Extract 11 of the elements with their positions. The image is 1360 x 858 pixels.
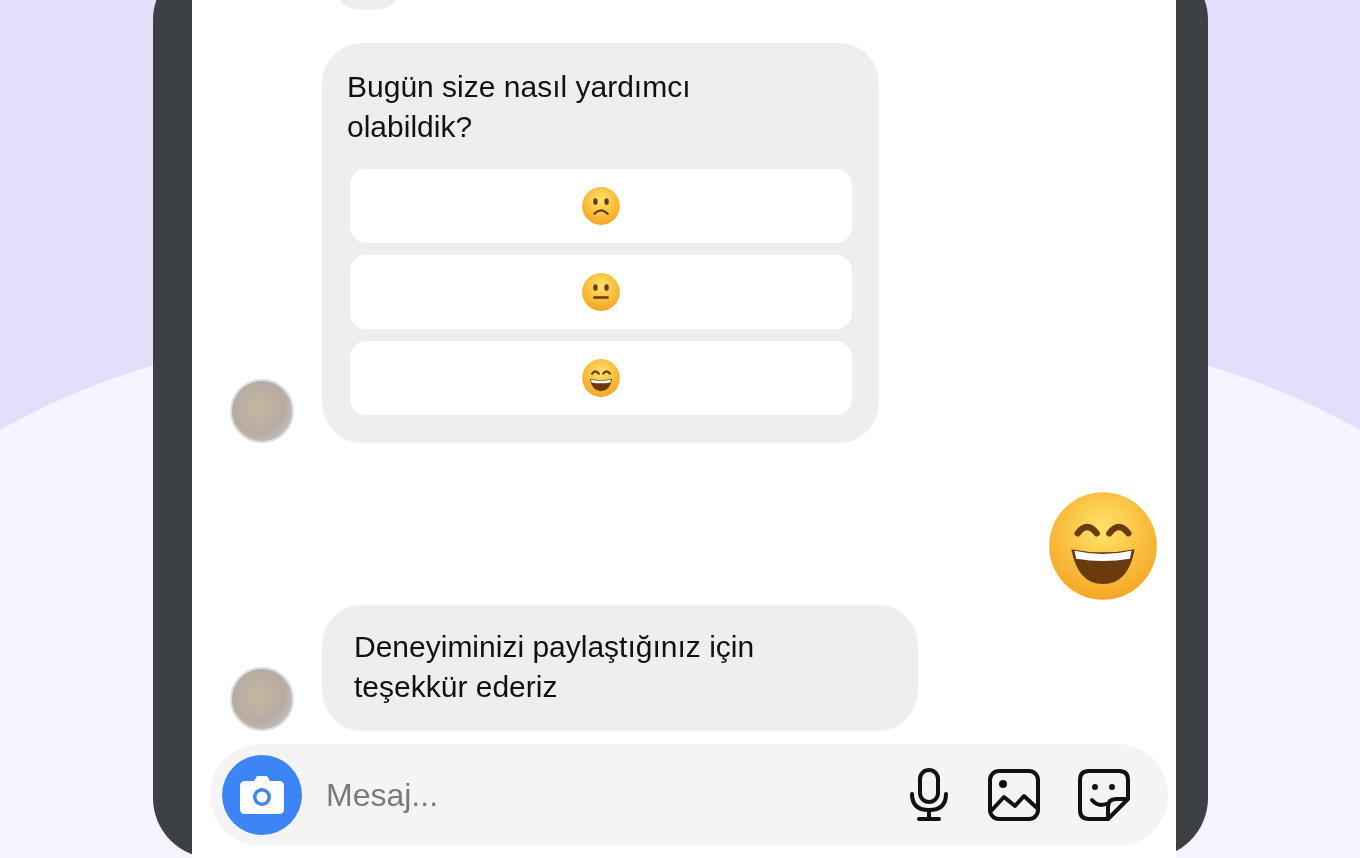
frowning-face-icon [581,186,621,226]
image-icon[interactable] [988,769,1040,821]
grinning-face-icon [1046,489,1160,603]
grinning-face-icon [581,358,621,398]
message-field[interactable]: Mesaj... [210,744,1168,846]
microphone-icon[interactable] [908,768,950,822]
message-text: Deneyiminizi paylaştığınız için teşekkür ederiz [322,605,918,731]
sticker-icon[interactable] [1078,769,1130,821]
neutral-face-icon [581,272,621,312]
survey-question: Bugün size nasıl yardımcı olabildik? [347,69,692,145]
camera-icon [239,775,285,815]
